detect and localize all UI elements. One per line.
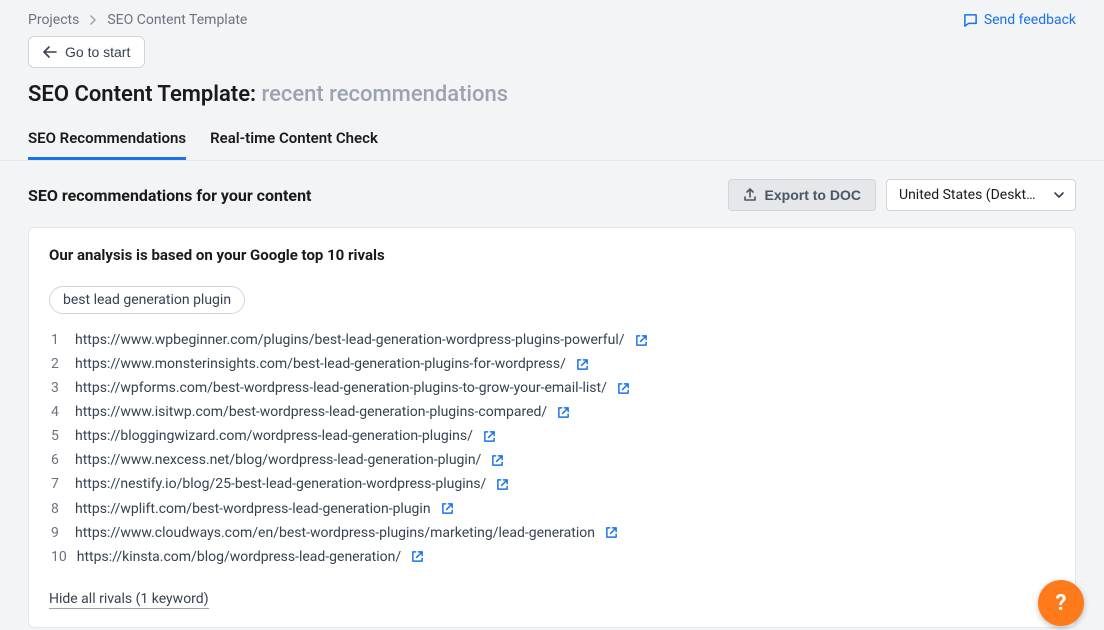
hide-all-rivals-link[interactable]: Hide all rivals (1 keyword) bbox=[49, 591, 209, 609]
external-link-icon[interactable] bbox=[411, 550, 424, 563]
rival-index: 5 bbox=[51, 424, 65, 448]
chevron-right-icon bbox=[89, 15, 97, 25]
rival-url[interactable]: https://nestify.io/blog/25-best-lead-gen… bbox=[75, 472, 486, 496]
go-to-start-button[interactable]: Go to start bbox=[28, 36, 145, 68]
rival-url[interactable]: https://wplift.com/best-wordpress-lead-g… bbox=[75, 497, 431, 521]
rival-index: 3 bbox=[51, 376, 65, 400]
rival-url[interactable]: https://www.isitwp.com/best-wordpress-le… bbox=[75, 400, 547, 424]
rival-index: 9 bbox=[51, 521, 65, 545]
external-link-icon[interactable] bbox=[557, 406, 570, 419]
send-feedback-link[interactable]: Send feedback bbox=[963, 12, 1076, 28]
external-link-icon[interactable] bbox=[496, 478, 509, 491]
rival-row: 5 https://bloggingwizard.com/wordpress-le… bbox=[51, 424, 1055, 448]
region-select[interactable]: United States (Deskt… bbox=[886, 179, 1076, 211]
rival-index: 1 bbox=[51, 328, 65, 352]
region-label: United States (Deskt… bbox=[899, 187, 1035, 203]
go-to-start-label: Go to start bbox=[65, 44, 130, 60]
breadcrumb: Projects SEO Content Template bbox=[28, 12, 247, 28]
external-link-icon[interactable] bbox=[605, 526, 618, 539]
rival-url[interactable]: https://www.monsterinsights.com/best-lea… bbox=[75, 352, 566, 376]
external-link-icon[interactable] bbox=[441, 502, 454, 515]
rival-url[interactable]: https://bloggingwizard.com/wordpress-lea… bbox=[75, 424, 473, 448]
feedback-icon bbox=[963, 13, 978, 28]
page-title: SEO Content Template: recent recommendat… bbox=[28, 82, 1076, 107]
rival-index: 7 bbox=[51, 472, 65, 496]
external-link-icon[interactable] bbox=[617, 382, 630, 395]
rival-index: 4 bbox=[51, 400, 65, 424]
rival-index: 10 bbox=[51, 545, 67, 569]
tab-realtime-check[interactable]: Real-time Content Check bbox=[210, 129, 378, 160]
feedback-label: Send feedback bbox=[984, 12, 1076, 28]
rival-url[interactable]: https://www.cloudways.com/en/best-wordpr… bbox=[75, 521, 595, 545]
rival-row: 7 https://nestify.io/blog/25-best-lead-ge… bbox=[51, 472, 1055, 496]
rival-url[interactable]: https://wpforms.com/best-wordpress-lead-… bbox=[75, 376, 607, 400]
rival-index: 8 bbox=[51, 497, 65, 521]
rival-row: 3 https://wpforms.com/best-wordpress-lead… bbox=[51, 376, 1055, 400]
tabs: SEO Recommendations Real-time Content Ch… bbox=[28, 129, 1076, 160]
rival-row: 9 https://www.cloudways.com/en/best-wordp… bbox=[51, 521, 1055, 545]
rival-row: 4 https://www.isitwp.com/best-wordpress-l… bbox=[51, 400, 1055, 424]
help-fab[interactable]: ? bbox=[1038, 580, 1084, 626]
export-doc-button[interactable]: Export to DOC bbox=[728, 179, 876, 211]
export-icon bbox=[743, 188, 757, 202]
rival-row: 1 https://www.wpbeginner.com/plugins/best… bbox=[51, 328, 1055, 352]
tab-seo-recommendations[interactable]: SEO Recommendations bbox=[28, 129, 186, 160]
breadcrumb-current[interactable]: SEO Content Template bbox=[107, 12, 247, 28]
rival-row: 2 https://www.monsterinsights.com/best-le… bbox=[51, 352, 1055, 376]
rival-row: 10 https://kinsta.com/blog/wordpress-lead… bbox=[51, 545, 1055, 569]
page-title-sub: recent recommendations bbox=[262, 82, 509, 107]
rival-row: 8 https://wplift.com/best-wordpress-lead-… bbox=[51, 497, 1055, 521]
chevron-down-icon bbox=[1053, 190, 1065, 200]
rivals-card: Our analysis is based on your Google top… bbox=[28, 227, 1076, 628]
card-title: Our analysis is based on your Google top… bbox=[49, 246, 1055, 264]
arrow-left-icon bbox=[43, 46, 57, 58]
keyword-pill[interactable]: best lead generation plugin bbox=[49, 286, 245, 314]
rival-url[interactable]: https://www.wpbeginner.com/plugins/best-… bbox=[75, 328, 625, 352]
rival-url[interactable]: https://kinsta.com/blog/wordpress-lead-g… bbox=[77, 545, 401, 569]
rival-index: 2 bbox=[51, 352, 65, 376]
external-link-icon[interactable] bbox=[635, 334, 648, 347]
breadcrumb-root[interactable]: Projects bbox=[28, 12, 79, 28]
rival-row: 6 https://www.nexcess.net/blog/wordpress-… bbox=[51, 448, 1055, 472]
rival-index: 6 bbox=[51, 448, 65, 472]
rival-url[interactable]: https://www.nexcess.net/blog/wordpress-l… bbox=[75, 448, 481, 472]
external-link-icon[interactable] bbox=[483, 430, 496, 443]
external-link-icon[interactable] bbox=[491, 454, 504, 467]
rival-list: 1 https://www.wpbeginner.com/plugins/best… bbox=[51, 328, 1055, 569]
export-label: Export to DOC bbox=[765, 187, 861, 203]
content-heading: SEO recommendations for your content bbox=[28, 186, 311, 205]
page-title-main: SEO Content Template: bbox=[28, 82, 256, 107]
external-link-icon[interactable] bbox=[576, 358, 589, 371]
